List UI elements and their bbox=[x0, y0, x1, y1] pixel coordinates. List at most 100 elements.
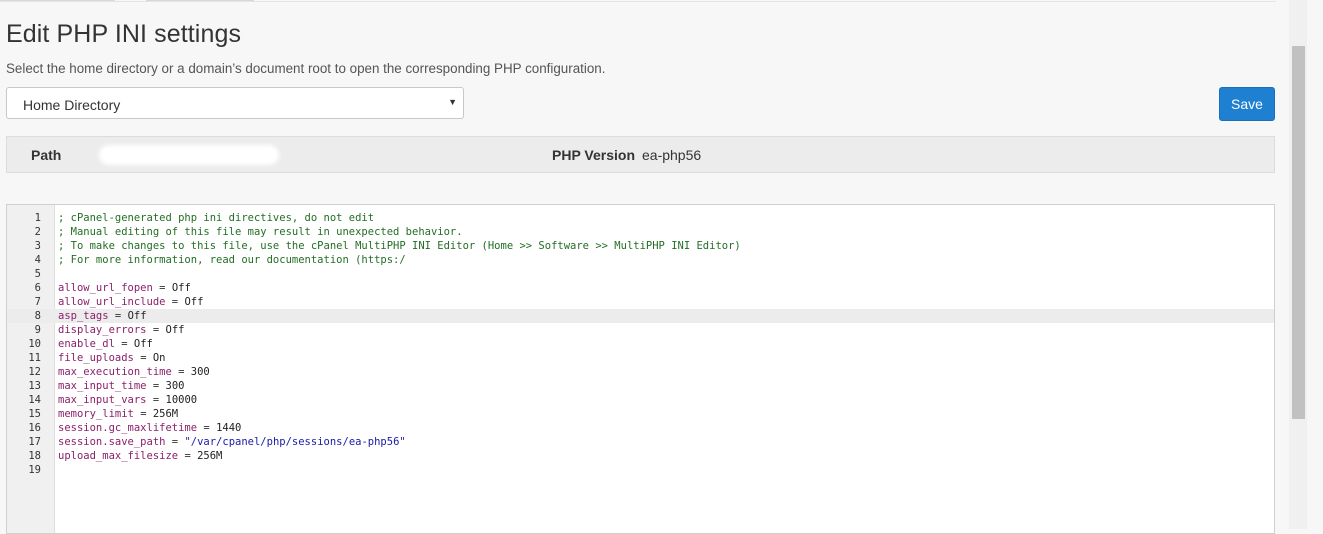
directive-key: display_errors bbox=[58, 324, 147, 336]
path-label: Path bbox=[31, 147, 62, 163]
line-number: 9 bbox=[34, 324, 41, 336]
php-version-label: PHP Version bbox=[552, 147, 636, 163]
code-line[interactable]: 7 allow_url_include = Off bbox=[7, 295, 1274, 309]
directive-key: max_input_time bbox=[58, 380, 147, 392]
directive-value: 256M bbox=[152, 408, 179, 420]
code-text: session.gc_maxlifetime = 1440 bbox=[58, 421, 241, 435]
code-text: max_execution_time = 300 bbox=[58, 365, 210, 379]
directive-key: memory_limit bbox=[58, 408, 134, 420]
directive-value: Off bbox=[165, 324, 185, 336]
code-line[interactable]: 2 ; Manual editing of this file may resul… bbox=[7, 225, 1274, 239]
directive-key: max_input_vars bbox=[58, 394, 147, 406]
line-number: 16 bbox=[28, 422, 41, 434]
code-line[interactable]: 10 enable_dl = Off bbox=[7, 337, 1274, 351]
code-text: memory_limit = 256M bbox=[58, 407, 178, 421]
equals-operator: = bbox=[152, 380, 160, 392]
tab-current[interactable] bbox=[146, 0, 254, 1]
line-number: 19 bbox=[28, 464, 41, 476]
directive-key: upload_max_filesize bbox=[58, 450, 179, 462]
line-number: 10 bbox=[28, 338, 41, 350]
line-number: 12 bbox=[28, 366, 41, 378]
code-text: max_input_vars = 10000 bbox=[58, 393, 197, 407]
line-number: 1 bbox=[34, 212, 41, 224]
directive-value: On bbox=[152, 352, 166, 364]
directive-value: "/var/cpanel/php/sessions/ea-php56" bbox=[184, 436, 406, 448]
code-comment: ; For more information, read our documen… bbox=[58, 254, 406, 266]
code-line[interactable]: 3 ; To make changes to this file, use the… bbox=[7, 239, 1274, 253]
ini-code-editor[interactable]: 1 ; cPanel-generated php ini directives, … bbox=[6, 204, 1275, 534]
equals-operator: = bbox=[184, 450, 191, 462]
chevron-down-icon: ▼ bbox=[448, 97, 457, 107]
code-text: asp_tags = Off bbox=[58, 309, 147, 323]
line-number: 6 bbox=[34, 282, 41, 294]
tab-previous[interactable] bbox=[0, 0, 115, 1]
directive-key: asp_tags bbox=[58, 310, 109, 322]
code-line[interactable]: 9 display_errors = Off bbox=[7, 323, 1274, 337]
directive-key: allow_url_fopen bbox=[58, 282, 153, 294]
line-number: 18 bbox=[28, 450, 41, 462]
line-number: 13 bbox=[28, 380, 41, 392]
code-line[interactable]: 19 bbox=[7, 463, 1274, 477]
directive-value: Off bbox=[127, 310, 147, 322]
code-line[interactable]: 14 max_input_vars = 10000 bbox=[7, 393, 1274, 407]
tab-divider bbox=[0, 1, 1276, 2]
code-text: allow_url_fopen = Off bbox=[58, 281, 191, 295]
code-text: upload_max_filesize = 256M bbox=[58, 449, 222, 463]
equals-operator: = bbox=[152, 324, 160, 336]
line-number: 4 bbox=[34, 254, 41, 266]
directive-key: allow_url_include bbox=[58, 296, 166, 308]
directive-value: 10000 bbox=[165, 394, 198, 406]
equals-operator: = bbox=[121, 338, 128, 350]
line-number: 3 bbox=[34, 240, 41, 252]
directive-value: Off bbox=[171, 282, 191, 294]
directive-value: 1440 bbox=[216, 422, 242, 434]
tab-strip bbox=[0, 0, 1276, 2]
directive-key: file_uploads bbox=[58, 352, 134, 364]
code-line[interactable]: 18 upload_max_filesize = 256M bbox=[7, 449, 1274, 463]
equals-operator: = bbox=[159, 282, 166, 294]
code-text: max_input_time = 300 bbox=[58, 379, 184, 393]
line-number: 14 bbox=[28, 394, 41, 406]
code-line[interactable]: 11 file_uploads = On bbox=[7, 351, 1274, 365]
code-line[interactable]: 15 memory_limit = 256M bbox=[7, 407, 1274, 421]
equals-operator: = bbox=[203, 422, 210, 434]
page-scrollbar-thumb[interactable] bbox=[1292, 46, 1305, 419]
location-select-value: Home Directory bbox=[23, 97, 121, 113]
directive-key: session.gc_maxlifetime bbox=[58, 422, 198, 434]
code-text: allow_url_include = Off bbox=[58, 295, 203, 309]
code-line[interactable]: 4 ; For more information, read our docume… bbox=[7, 253, 1274, 267]
code-text: ; For more information, read our documen… bbox=[58, 253, 406, 267]
code-line[interactable]: 8 asp_tags = Off bbox=[7, 309, 1274, 323]
code-line[interactable]: 13 max_input_time = 300 bbox=[7, 379, 1274, 393]
directive-value: Off bbox=[133, 338, 153, 350]
code-text: ; To make changes to this file, use the … bbox=[58, 239, 741, 253]
line-number: 15 bbox=[28, 408, 41, 420]
php-version-value: ea-php56 bbox=[642, 147, 702, 163]
code-text: file_uploads = On bbox=[58, 351, 166, 365]
directive-key: session.save_path bbox=[58, 436, 166, 448]
info-bar: Path PHP Version ea-php56 bbox=[6, 136, 1275, 173]
code-line[interactable]: 1 ; cPanel-generated php ini directives, … bbox=[7, 211, 1274, 225]
equals-operator: = bbox=[140, 352, 147, 364]
directive-key: max_execution_time bbox=[58, 366, 172, 378]
code-line[interactable]: 6 allow_url_fopen = Off bbox=[7, 281, 1274, 295]
code-line[interactable]: 16 session.gc_maxlifetime = 1440 bbox=[7, 421, 1274, 435]
page-title: Edit PHP INI settings bbox=[6, 20, 242, 48]
code-text: session.save_path = "/var/cpanel/php/ses… bbox=[58, 435, 406, 449]
line-number: 11 bbox=[28, 352, 41, 364]
save-button[interactable]: Save bbox=[1219, 87, 1275, 121]
code-line[interactable]: 17 session.save_path = "/var/cpanel/php/s… bbox=[7, 435, 1274, 449]
location-select[interactable]: Home Directory ▼ bbox=[6, 87, 464, 119]
code-text: enable_dl = Off bbox=[58, 337, 153, 351]
equals-operator: = bbox=[140, 408, 147, 420]
code-line[interactable]: 5 bbox=[7, 267, 1274, 281]
line-number: 17 bbox=[28, 436, 41, 448]
code-text: ; cPanel-generated php ini directives, d… bbox=[58, 211, 374, 225]
equals-operator: = bbox=[114, 310, 122, 322]
directive-value: 300 bbox=[190, 366, 210, 378]
code-line[interactable]: 12 max_execution_time = 300 bbox=[7, 365, 1274, 379]
path-value-redacted bbox=[99, 145, 279, 165]
line-number: 5 bbox=[34, 268, 41, 280]
line-number: 2 bbox=[34, 226, 41, 238]
directive-value: 300 bbox=[165, 380, 185, 392]
